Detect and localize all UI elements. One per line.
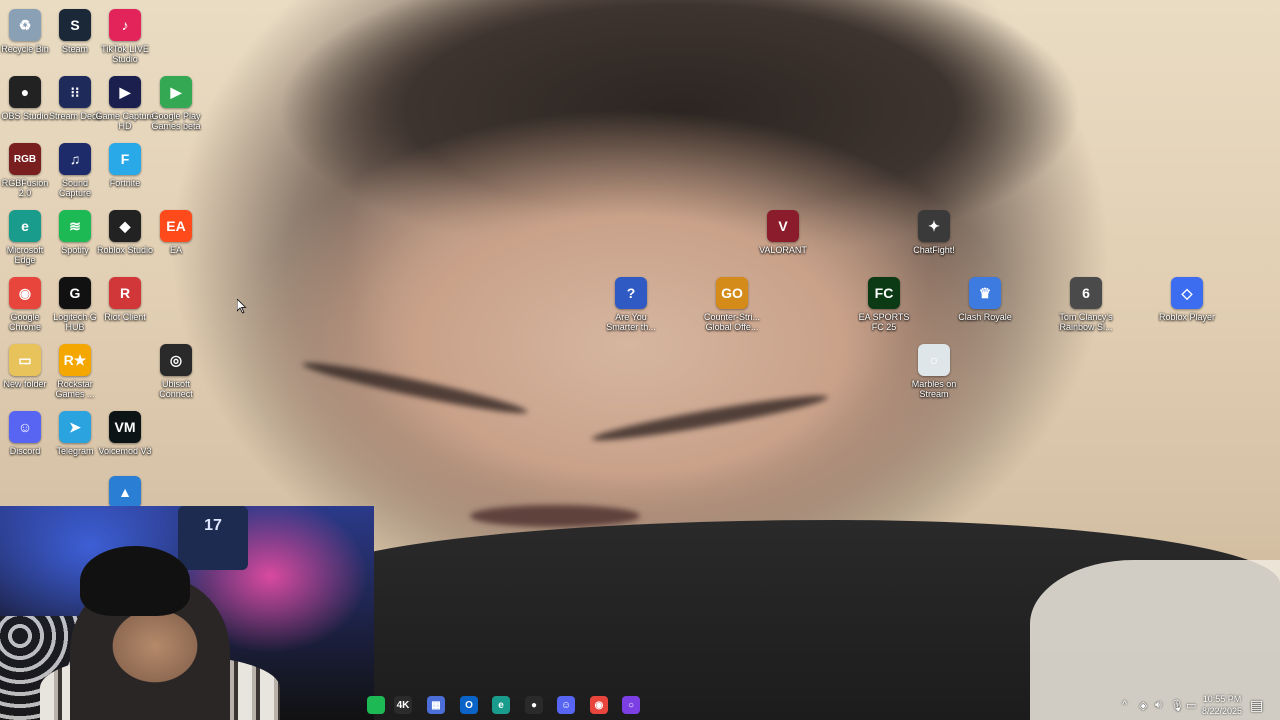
desktop-icon-label: Are You Smarter th...	[606, 312, 656, 332]
discord-taskbar-icon[interactable]: ☺	[557, 696, 575, 714]
taskbar	[0, 690, 1280, 720]
network-icon[interactable]: ▭	[1186, 699, 1196, 712]
riot-client-icon: R	[109, 277, 141, 309]
roblox-player-icon: ◇	[1171, 277, 1203, 309]
desktop-icon-ubisoft[interactable]: ◎ Ubisoft Connect	[146, 341, 206, 399]
photos-icon[interactable]: ▦	[427, 696, 445, 714]
desktop-icon-google-play-games[interactable]: ▶ Google Play Games beta	[146, 73, 206, 131]
webcam-overlay: 17	[0, 506, 374, 720]
steam-icon: S	[59, 9, 91, 41]
outlook-icon[interactable]: O	[460, 696, 478, 714]
obs-icon: ●	[9, 76, 41, 108]
chrome-taskbar-icon[interactable]: ◉	[590, 696, 608, 714]
ubisoft-icon: ◎	[160, 344, 192, 376]
ea-fc25-icon: FC	[868, 277, 900, 309]
chrome-icon: ◉	[9, 277, 41, 309]
desktop-icon-label: VALORANT	[759, 245, 807, 255]
desktop-icon-are-you-smarter[interactable]: ? Are You Smarter th...	[601, 274, 661, 332]
obs-taskbar-icon[interactable]: ●	[525, 696, 543, 714]
sound-capture-icon: ♫	[59, 143, 91, 175]
roblox-studio-icon: ◆	[109, 210, 141, 242]
edge-taskbar-icon[interactable]: e	[492, 696, 510, 714]
streamer-hair	[80, 546, 190, 616]
desktop-icon-ea[interactable]: EA EA	[146, 207, 206, 255]
game-capture-icon: ▶	[109, 76, 141, 108]
tiktok-icon: ♪	[109, 9, 141, 41]
desktop-icon-label: ChatFight!	[913, 245, 955, 255]
desktop-icon-label: Voicemod V3	[98, 446, 152, 456]
edge-icon: e	[9, 210, 41, 242]
desktop-icon-label: Fortnite	[109, 178, 141, 188]
fortnite-icon: F	[109, 143, 141, 175]
desktop-icon-ea-fc25[interactable]: FC EA SPORTS FC 25	[854, 274, 914, 332]
desktop-icon-label: Riot Client	[104, 312, 146, 322]
desktop-icon-label: Marbles on Stream	[911, 379, 957, 399]
wallpaper-mouth	[470, 505, 640, 527]
desktop-icon-label: Google Play Games beta	[151, 111, 201, 131]
valorant-icon: V	[767, 210, 799, 242]
desktop-icon-label: Clash Royale	[958, 312, 1012, 322]
system-clock[interactable]: 10:55 PM 8/22/2025	[1198, 693, 1246, 717]
desktop-icon-riot-client[interactable]: R Riot Client	[95, 274, 155, 322]
rainbow-six-icon: 6	[1070, 277, 1102, 309]
desktop-icon-label: Tom Clancy's Rainbow Si...	[1059, 312, 1113, 332]
ea-icon: EA	[160, 210, 192, 242]
desktop-icon-label: Ubisoft Connect	[159, 379, 193, 399]
desktop-icon-fortnite[interactable]: F Fortnite	[95, 140, 155, 188]
desktop-icon-label: EA SPORTS FC 25	[858, 312, 910, 332]
spotify-icon: ≋	[59, 210, 91, 242]
recycle-bin-icon: ♻	[9, 9, 41, 41]
tray-app-icon[interactable]: ◈	[1139, 699, 1147, 712]
logitech-icon: G	[59, 277, 91, 309]
csgo-icon: GO	[716, 277, 748, 309]
tray-chevron-icon[interactable]: ^	[1122, 699, 1127, 711]
wall-jersey: 17	[178, 506, 248, 570]
microphone-icon[interactable]: 🎙︎	[1170, 699, 1184, 712]
desktop-icon-tiktok[interactable]: ♪ TikTok LIVE Studio	[95, 6, 155, 64]
are-you-smarter-icon: ?	[615, 277, 647, 309]
rockstar-icon: R★	[59, 344, 91, 376]
stream-deck-icon: ⁝⁝	[59, 76, 91, 108]
desktop-icon-rockstar[interactable]: R★ Rockstar Games ...	[45, 341, 105, 399]
telegram-icon: ➤	[59, 411, 91, 443]
speaker-icon[interactable]: 🔊︎	[1155, 699, 1162, 712]
marbles-icon: ○	[918, 344, 950, 376]
app-taskbar-icon[interactable]: ○	[622, 696, 640, 714]
desktop-icon-label: Roblox Player	[1158, 312, 1216, 322]
desktop-icon-rainbow-six[interactable]: 6 Tom Clancy's Rainbow Si...	[1056, 274, 1116, 332]
google-play-games-icon: ▶	[160, 76, 192, 108]
rgbfusion-icon: RGB	[9, 143, 41, 175]
desktop-icon-label: Counter-Stri... Global Offe...	[703, 312, 761, 332]
desktop-icon-csgo[interactable]: GO Counter-Stri... Global Offe...	[702, 274, 762, 332]
desktop-icon-valorant[interactable]: V VALORANT	[753, 207, 813, 255]
chatfight-icon: ✦	[918, 210, 950, 242]
desktop-icon-voicemod[interactable]: VM Voicemod V3	[95, 408, 155, 456]
4k-capture-icon[interactable]: 4K	[394, 696, 412, 714]
notifications-icon[interactable]: ▤	[1250, 697, 1263, 714]
mouse-cursor-icon	[236, 298, 247, 319]
desktop-icon-clash-royale[interactable]: ♛ Clash Royale	[955, 274, 1015, 322]
spotify-taskbar-icon[interactable]	[367, 696, 385, 714]
desktop-icon-chatfight[interactable]: ✦ ChatFight!	[904, 207, 964, 255]
desktop-icon-roblox-player[interactable]: ◇ Roblox Player	[1157, 274, 1217, 322]
desktop-icon-marbles[interactable]: ○ Marbles on Stream	[904, 341, 964, 399]
app-icon: ▲	[109, 476, 141, 508]
desktop-icon-label: Rockstar Games ...	[55, 379, 95, 399]
discord-icon: ☺	[9, 411, 41, 443]
clash-royale-icon: ♛	[969, 277, 1001, 309]
voicemod-icon: VM	[109, 411, 141, 443]
clock-date: 8/22/2025	[1201, 706, 1243, 716]
folder-icon: ▭	[9, 344, 41, 376]
clock-time: 10:55 PM	[1202, 694, 1242, 704]
desktop-icon-label: EA	[169, 245, 182, 255]
desktop-icon-label: TikTok LIVE Studio	[101, 44, 149, 64]
jersey-number: 17	[204, 517, 222, 534]
